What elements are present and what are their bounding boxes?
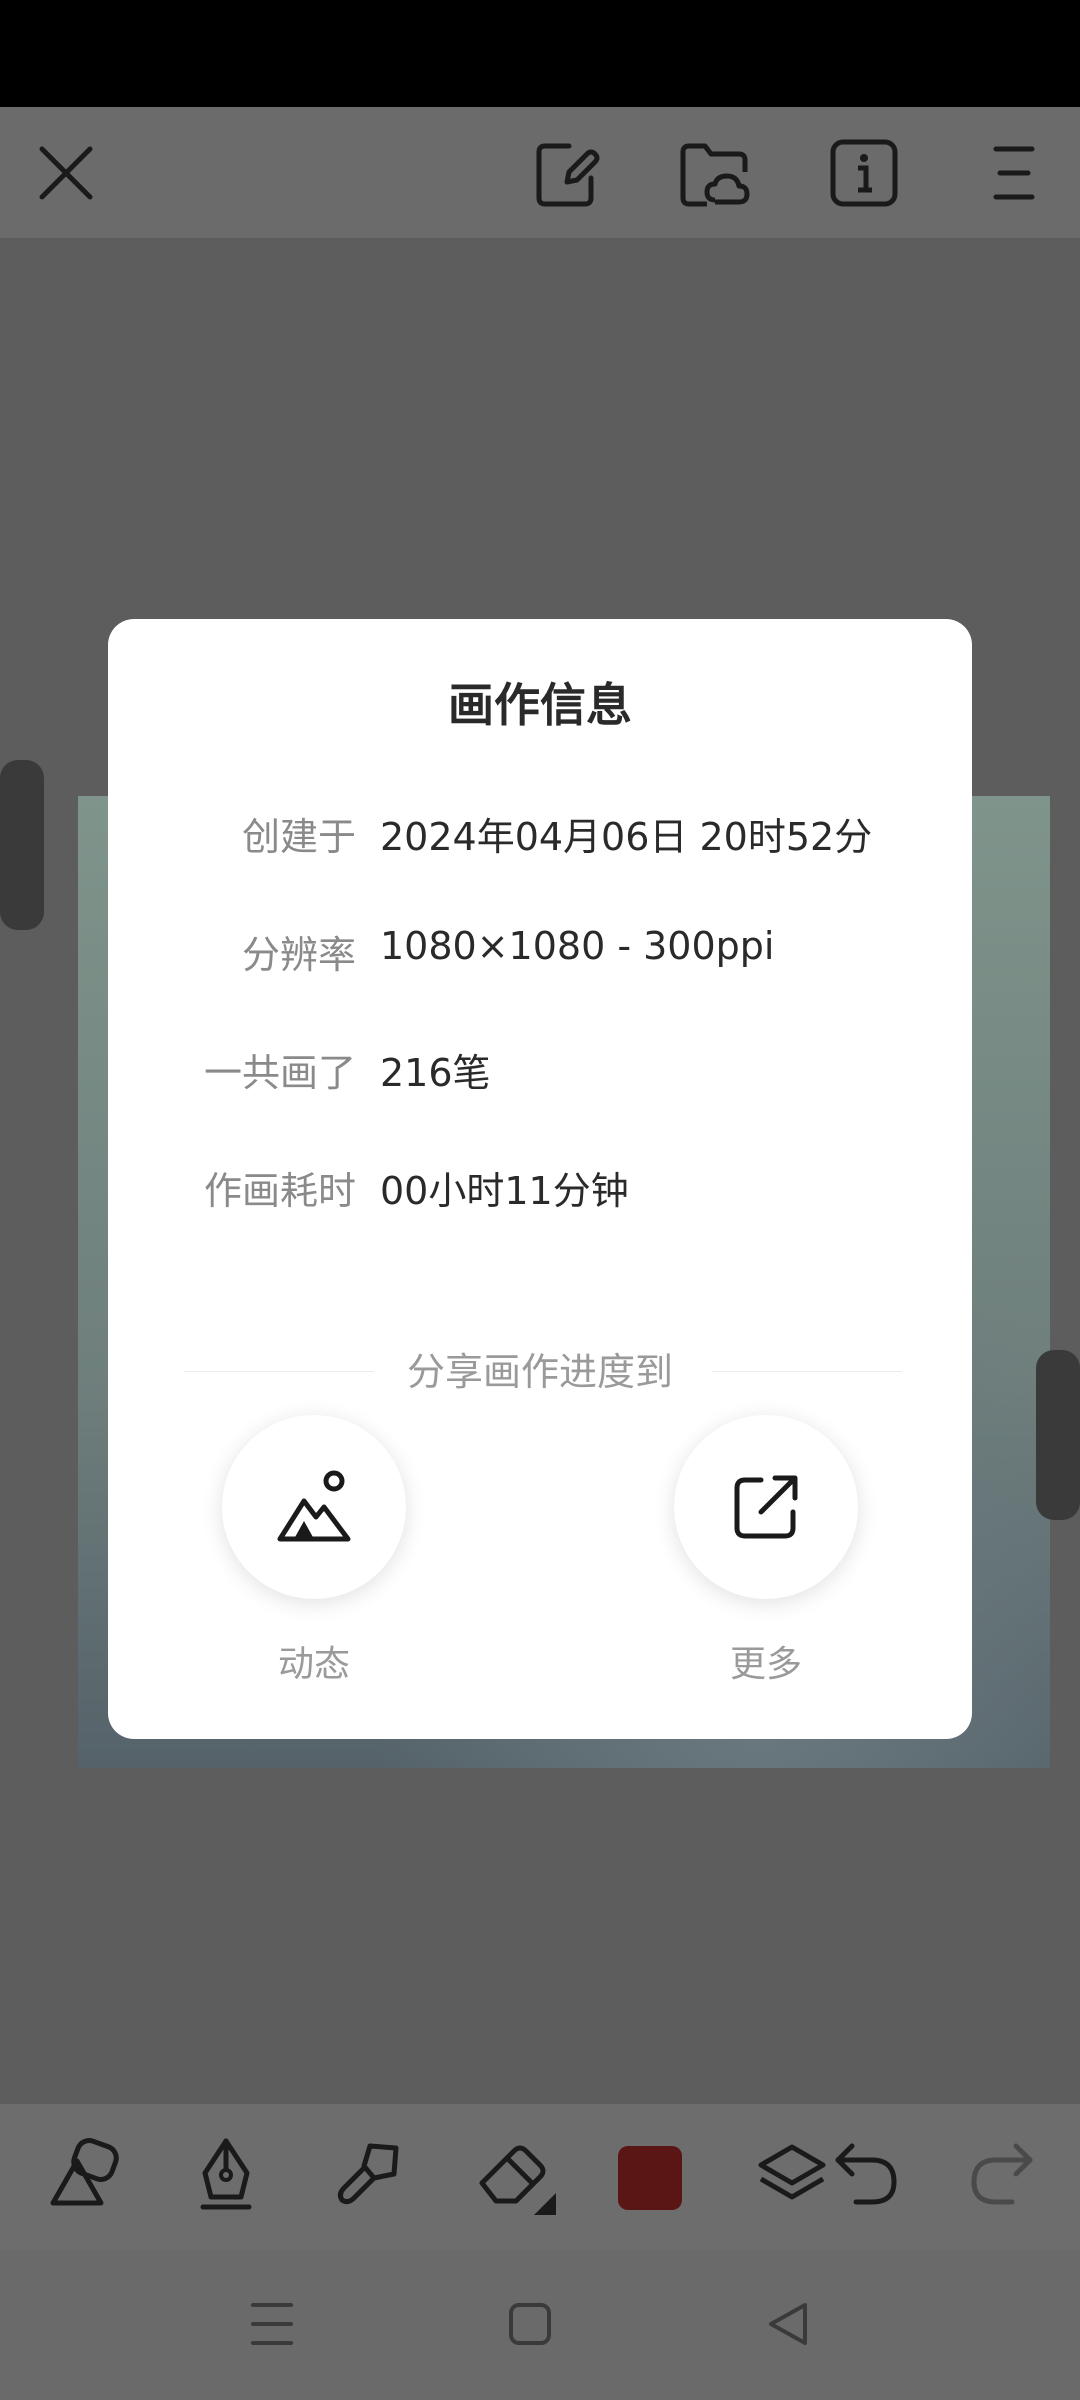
info-label: 分辨率	[241, 933, 356, 977]
info-row-created: 创建于 2024年04月06日 20时52分	[108, 806, 972, 866]
external-share-icon	[734, 1475, 798, 1539]
share-more-button[interactable]	[674, 1415, 858, 1599]
info-label: 一共画了	[203, 1051, 356, 1095]
info-value: 00小时11分钟	[380, 1169, 629, 1213]
share-moments-button[interactable]	[222, 1415, 406, 1599]
info-row-resolution: 分辨率 1080×1080 - 300ppi	[108, 924, 972, 984]
dialog-title: 画作信息	[448, 678, 632, 732]
share-heading: 分享画作进度到	[406, 1350, 673, 1394]
share-more-label: 更多	[729, 1644, 802, 1685]
info-label: 作画耗时	[203, 1169, 356, 1213]
info-label: 创建于	[241, 815, 356, 859]
info-value: 216笔	[380, 1051, 491, 1095]
divider-line	[712, 1371, 902, 1372]
info-row-stroke-count: 一共画了 216笔	[108, 1042, 972, 1102]
info-value: 2024年04月06日 20时52分	[380, 815, 873, 859]
mountain-image-icon	[277, 1470, 351, 1542]
share-section-heading: 分享画作进度到	[108, 1341, 972, 1401]
info-row-drawing-time: 作画耗时 00小时11分钟	[108, 1160, 972, 1220]
info-value: 1080×1080 - 300ppi	[380, 924, 775, 968]
artwork-info-dialog: 画作信息 创建于 2024年04月06日 20时52分 分辨率 1080×108…	[108, 619, 972, 1739]
modal-overlay[interactable]: 画作信息 创建于 2024年04月06日 20时52分 分辨率 1080×108…	[0, 0, 1080, 2400]
share-moments-label: 动态	[277, 1644, 350, 1685]
